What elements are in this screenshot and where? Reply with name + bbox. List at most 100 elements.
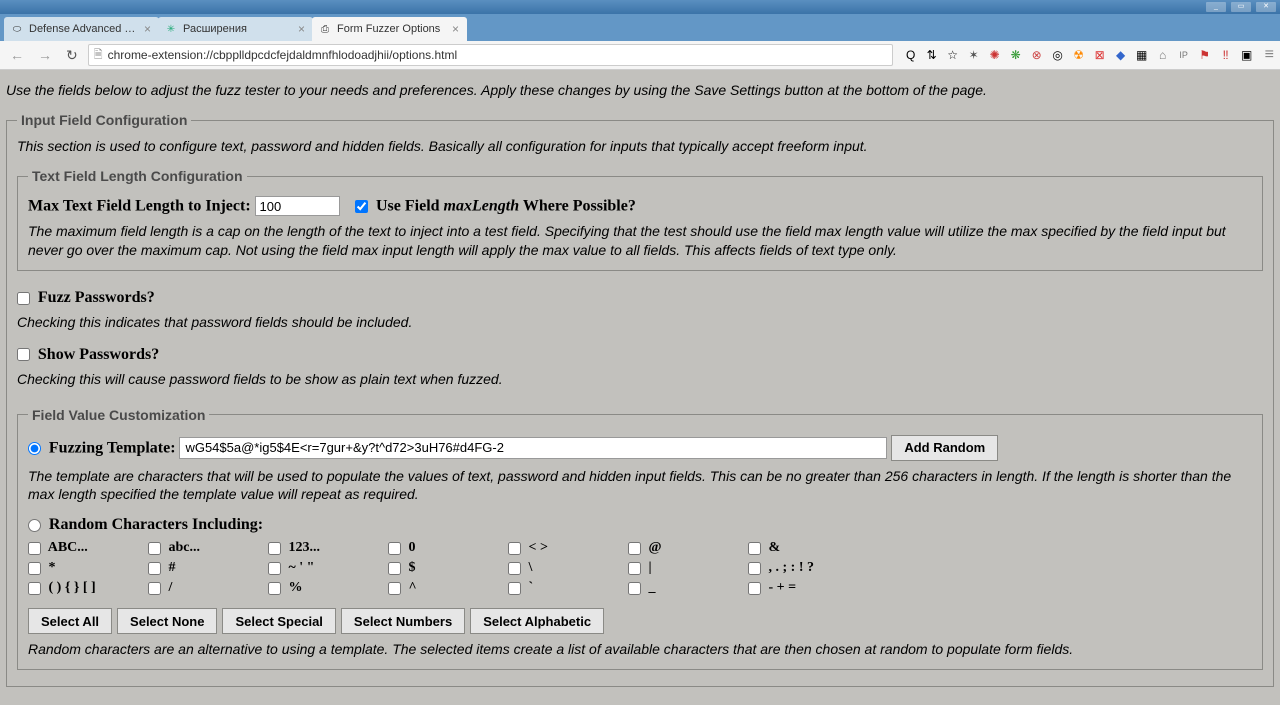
char-option[interactable]: / <box>148 580 268 596</box>
char-option[interactable]: | <box>628 560 748 576</box>
char-option[interactable]: ` <box>508 580 628 596</box>
char-option[interactable]: < > <box>508 540 628 556</box>
char-checkbox[interactable] <box>628 542 641 555</box>
back-button[interactable]: ← <box>6 47 28 63</box>
char-label: \ <box>525 560 532 575</box>
char-option[interactable]: ( ) { } [ ] <box>28 580 148 596</box>
char-checkbox[interactable] <box>28 582 41 595</box>
fuzz-passwords-checkbox[interactable] <box>17 292 30 305</box>
select-select-special-button[interactable]: Select Special <box>222 608 335 634</box>
character-grid: ABC... abc... 123... 0 < > @ & * # ~ ' "… <box>28 540 1252 596</box>
window-titlebar: _ ▭ ✕ <box>0 0 1280 14</box>
char-option[interactable]: ~ ' " <box>268 560 388 576</box>
tab-extensions[interactable]: ✳ Расширения × <box>158 17 313 41</box>
char-option[interactable]: @ <box>628 540 748 556</box>
select-select-none-button[interactable]: Select None <box>117 608 217 634</box>
char-option[interactable]: - + = <box>748 580 888 596</box>
chrome-menu-icon[interactable]: ≡ <box>1265 46 1274 64</box>
max-length-input[interactable] <box>255 196 340 216</box>
ext-icon[interactable]: ▦ <box>1134 47 1150 63</box>
char-checkbox[interactable] <box>148 582 161 595</box>
input-field-configuration: Input Field Configuration This section i… <box>6 112 1274 687</box>
fuzzing-template-label: Fuzzing Template: <box>49 439 176 456</box>
char-checkbox[interactable] <box>388 582 401 595</box>
char-option[interactable]: , . ; : ! ? <box>748 560 888 576</box>
select-select-all-button[interactable]: Select All <box>28 608 112 634</box>
ext-icon[interactable]: ◆ <box>1113 47 1129 63</box>
char-checkbox[interactable] <box>748 582 761 595</box>
close-icon[interactable]: × <box>144 22 151 36</box>
ext-icon[interactable]: IP <box>1176 47 1192 63</box>
char-option[interactable]: 0 <box>388 540 508 556</box>
reload-button[interactable]: ↻ <box>62 47 82 64</box>
char-checkbox[interactable] <box>148 562 161 575</box>
ext-icon[interactable]: ⊗ <box>1029 47 1045 63</box>
char-checkbox[interactable] <box>628 562 641 575</box>
char-checkbox[interactable] <box>268 542 281 555</box>
page-intro: Use the fields below to adjust the fuzz … <box>6 82 1274 98</box>
close-icon[interactable]: × <box>298 22 305 36</box>
char-checkbox[interactable] <box>508 562 521 575</box>
char-option[interactable]: \ <box>508 560 628 576</box>
ext-icon[interactable]: ❋ <box>1008 47 1024 63</box>
select-select-numbers-button[interactable]: Select Numbers <box>341 608 465 634</box>
char-checkbox[interactable] <box>28 542 41 555</box>
ext-icon[interactable]: ⇅ <box>924 47 940 63</box>
tab-defense[interactable]: ⬭ Defense Advanced Resear × <box>4 17 159 41</box>
window-minimize[interactable]: _ <box>1206 2 1226 12</box>
char-option[interactable]: ABC... <box>28 540 148 556</box>
char-option[interactable]: 123... <box>268 540 388 556</box>
char-checkbox[interactable] <box>508 582 521 595</box>
char-checkbox[interactable] <box>268 582 281 595</box>
add-random-button[interactable]: Add Random <box>891 435 998 461</box>
show-passwords-checkbox[interactable] <box>17 348 30 361</box>
ext-icon[interactable]: ☆ <box>945 47 961 63</box>
char-label: & <box>765 540 780 555</box>
char-option[interactable]: # <box>148 560 268 576</box>
char-checkbox[interactable] <box>148 542 161 555</box>
window-maximize[interactable]: ▭ <box>1231 2 1251 12</box>
use-maxlength-suffix: Where Possible? <box>519 198 636 215</box>
ext-icon[interactable]: ✶ <box>966 47 982 63</box>
tab-favicon-icon: ⎙ <box>318 22 332 36</box>
char-checkbox[interactable] <box>748 542 761 555</box>
char-option[interactable]: ^ <box>388 580 508 596</box>
char-option[interactable]: * <box>28 560 148 576</box>
fuzz-passwords-desc: Checking this indicates that password fi… <box>17 313 1263 332</box>
char-label: ^ <box>405 580 417 595</box>
ext-icon[interactable]: ⚑ <box>1197 47 1213 63</box>
address-bar[interactable]: 🗎 chrome-extension://cbpplldpcdcfejdaldm… <box>88 44 893 66</box>
window-close[interactable]: ✕ <box>1256 2 1276 12</box>
char-checkbox[interactable] <box>388 562 401 575</box>
close-icon[interactable]: × <box>452 22 459 36</box>
select-select-alphabetic-button[interactable]: Select Alphabetic <box>470 608 604 634</box>
tab-options[interactable]: ⎙ Form Fuzzer Options × <box>312 17 467 41</box>
random-characters-radio[interactable] <box>28 519 41 532</box>
ext-icon[interactable]: ◎ <box>1050 47 1066 63</box>
char-checkbox[interactable] <box>28 562 41 575</box>
char-checkbox[interactable] <box>388 542 401 555</box>
ext-icon[interactable]: ▣ <box>1239 47 1255 63</box>
fuzzing-template-input[interactable] <box>179 437 887 459</box>
ext-icon[interactable]: ✺ <box>987 47 1003 63</box>
ext-icon[interactable]: Q <box>903 47 919 63</box>
char-option[interactable]: $ <box>388 560 508 576</box>
char-checkbox[interactable] <box>268 562 281 575</box>
url-text: chrome-extension://cbpplldpcdcfejdaldmnf… <box>108 48 458 62</box>
char-checkbox[interactable] <box>508 542 521 555</box>
char-checkbox[interactable] <box>748 562 761 575</box>
ext-icon[interactable]: ⊠ <box>1092 47 1108 63</box>
ext-icon[interactable]: ⌂ <box>1155 47 1171 63</box>
fuzzing-template-radio[interactable] <box>28 442 41 455</box>
char-checkbox[interactable] <box>628 582 641 595</box>
char-option[interactable]: % <box>268 580 388 596</box>
char-option[interactable]: abc... <box>148 540 268 556</box>
char-option[interactable]: _ <box>628 580 748 596</box>
tab-label: Расширения <box>183 23 294 35</box>
forward-button[interactable]: → <box>34 47 56 63</box>
char-option[interactable]: & <box>748 540 888 556</box>
ext-icon[interactable]: ‼ <box>1218 47 1234 63</box>
legend-input-cfg: Input Field Configuration <box>17 112 191 128</box>
use-maxlength-checkbox[interactable] <box>355 200 368 213</box>
ext-icon[interactable]: ☢ <box>1071 47 1087 63</box>
